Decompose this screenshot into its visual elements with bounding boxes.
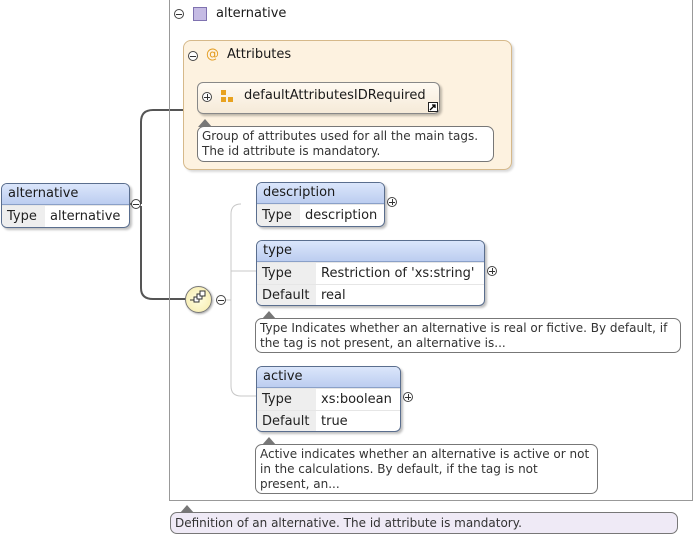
type-type-key: Type — [257, 263, 316, 284]
element-type[interactable]: type Type Restriction of 'xs:string' Def… — [256, 240, 485, 306]
element-active[interactable]: active Type xs:boolean Default true — [256, 366, 401, 432]
type-doc: Type Indicates whether an alternative is… — [255, 318, 681, 353]
description-type-value: description — [305, 208, 378, 223]
sequence-collapse-toggle[interactable] — [216, 295, 226, 305]
active-default-value: true — [321, 414, 348, 429]
description-expand-toggle[interactable] — [387, 197, 397, 207]
complex-type-doc: Definition of an alternative. The id att… — [170, 512, 678, 534]
root-element-name: alternative — [2, 184, 129, 205]
root-element-collapse-toggle[interactable] — [131, 199, 141, 209]
active-doc: Active indicates whether an alternative … — [255, 444, 598, 494]
sequence-compositor-icon[interactable] — [185, 286, 212, 313]
root-element-alternative[interactable]: alternative Type alternative — [1, 183, 130, 228]
description-type-key: Type — [257, 205, 300, 226]
complex-type-collapse-toggle[interactable] — [174, 9, 184, 19]
reference-arrow-icon[interactable] — [428, 102, 438, 112]
attribute-group-doc: Group of attributes used for all the mai… — [197, 126, 494, 162]
at-sign-icon: @ — [206, 47, 219, 62]
attributes-collapse-toggle[interactable] — [188, 51, 198, 61]
attributes-label: Attributes — [227, 47, 292, 62]
attribute-group-name: defaultAttributesIDRequired — [244, 88, 426, 103]
complex-type-square-icon — [193, 7, 207, 21]
type-type-value: Restriction of 'xs:string' — [321, 266, 475, 281]
attribute-group-expand-toggle[interactable] — [202, 92, 212, 102]
type-default-value: real — [321, 288, 346, 303]
active-default-key: Default — [257, 411, 316, 431]
complex-type-title: alternative — [216, 6, 287, 21]
type-default-key: Default — [257, 285, 316, 305]
element-description[interactable]: description Type description — [256, 182, 385, 227]
attribute-group-icon — [221, 90, 234, 103]
root-type-value: alternative — [50, 209, 121, 224]
root-type-key: Type — [2, 206, 45, 227]
type-name: type — [257, 241, 484, 262]
description-name: description — [257, 183, 384, 204]
active-type-value: xs:boolean — [321, 392, 392, 407]
active-type-key: Type — [257, 389, 316, 410]
type-expand-toggle[interactable] — [487, 266, 497, 276]
active-expand-toggle[interactable] — [403, 392, 413, 402]
active-name: active — [257, 367, 400, 388]
